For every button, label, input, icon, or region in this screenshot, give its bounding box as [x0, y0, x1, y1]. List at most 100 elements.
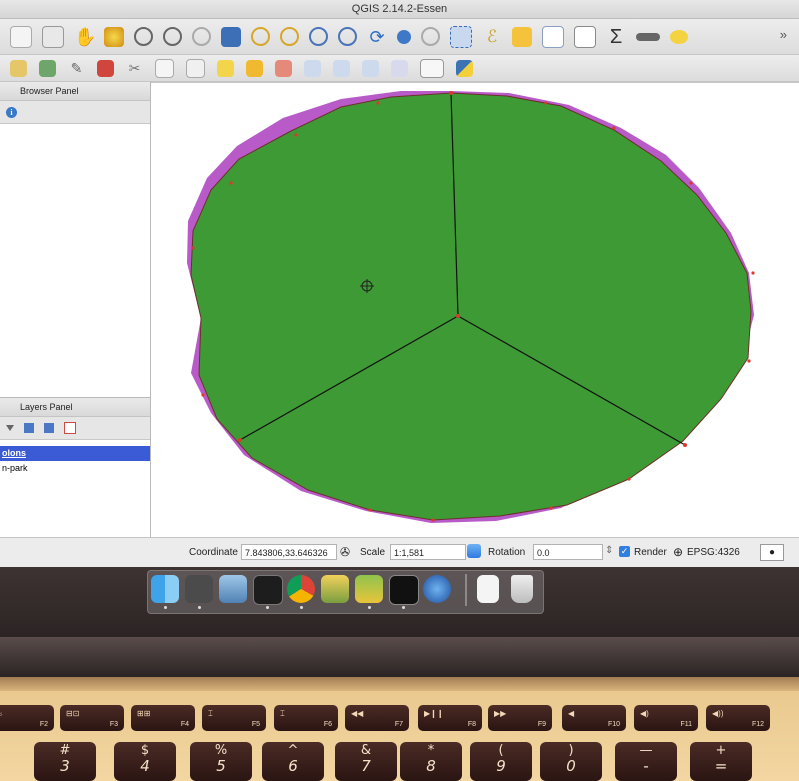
change-label-icon[interactable] — [391, 59, 408, 77]
function-key-f8[interactable]: ▶❙❙ F8 — [418, 705, 482, 731]
layer-labeling-icon[interactable] — [246, 59, 263, 77]
number-key-=[interactable]: + = — [690, 742, 752, 781]
attribute-table-icon[interactable] — [542, 25, 564, 48]
field-calculator-icon[interactable] — [574, 25, 596, 48]
number-key-0[interactable]: ) 0 — [540, 742, 602, 781]
number-key-symbol: + — [715, 743, 727, 758]
function-key-f2[interactable]: ☼ F2 — [0, 705, 54, 731]
finder-icon[interactable] — [151, 575, 179, 603]
refresh-icon[interactable]: ⟳ — [367, 27, 387, 47]
map-tips-icon[interactable] — [670, 29, 688, 44]
number-key-symbol: & — [360, 743, 372, 758]
layer-filter-icon[interactable] — [6, 425, 14, 431]
number-key-digit: 8 — [426, 757, 436, 775]
crs-globe-icon[interactable]: ⊕ — [673, 545, 683, 559]
csv-layer-icon[interactable] — [420, 58, 444, 78]
number-key-digit: 7 — [361, 757, 371, 775]
zoom-out-icon[interactable] — [163, 27, 182, 46]
activity-monitor-icon[interactable] — [253, 575, 283, 605]
crs-label[interactable]: EPSG:4326 — [687, 547, 740, 558]
zoom-layer-icon[interactable] — [42, 25, 64, 48]
trash-icon[interactable] — [511, 575, 533, 603]
terminal-icon[interactable] — [389, 575, 419, 605]
delete-selected-icon[interactable] — [97, 59, 114, 77]
pan-hand-icon[interactable]: ✋ — [74, 27, 96, 47]
scale-dropdown-button[interactable] — [467, 544, 481, 558]
number-key-symbol: ^ — [287, 743, 299, 758]
copy-icon[interactable] — [155, 58, 174, 78]
zoom-in-icon[interactable] — [134, 27, 153, 46]
move-feature-icon[interactable]: ✎ — [68, 60, 85, 77]
map-canvas[interactable] — [151, 82, 799, 538]
number-key-6[interactable]: ^ 6 — [262, 742, 324, 781]
number-key--[interactable]: — - — [615, 742, 677, 781]
function-key-f5[interactable]: ⌶ F5 — [202, 705, 266, 731]
scale-field[interactable]: 1:1,581 — [390, 544, 466, 560]
identify-icon[interactable] — [397, 29, 411, 44]
select-features-icon[interactable] — [421, 27, 440, 46]
function-key-f4[interactable]: ⊞⊞ F4 — [131, 705, 195, 731]
preview-icon[interactable] — [219, 575, 247, 603]
number-key-4[interactable]: $4 — [114, 742, 176, 781]
show-hide-labels-icon[interactable] — [304, 59, 321, 77]
coordinate-field[interactable]: 7.843806,33.646326 — [241, 544, 337, 560]
function-key-f11[interactable]: ◀) F11 — [634, 705, 698, 731]
zoom-to-layer-icon[interactable] — [280, 27, 299, 46]
function-key-f9[interactable]: ▶▶ F9 — [488, 705, 552, 731]
function-key-f6[interactable]: ⌶ F6 — [274, 705, 338, 731]
python-console-icon[interactable] — [456, 59, 473, 77]
new-project-icon[interactable] — [10, 25, 32, 48]
rotate-label-icon[interactable] — [362, 59, 379, 77]
number-key-symbol: # — [59, 743, 71, 758]
move-label-icon[interactable] — [333, 59, 350, 77]
zoom-to-selection-icon[interactable] — [251, 27, 270, 46]
number-key-5[interactable]: % 5 — [190, 742, 252, 781]
scale-label: Scale — [360, 547, 386, 558]
node-tool-icon[interactable] — [39, 59, 56, 77]
edit-layer-icon[interactable] — [10, 59, 27, 77]
pan-to-selection-icon[interactable] — [104, 26, 124, 47]
document-icon[interactable] — [477, 575, 499, 603]
deselect-icon[interactable] — [512, 26, 532, 47]
paste-icon[interactable] — [186, 58, 205, 78]
pin-labels-icon[interactable] — [275, 59, 292, 77]
cut-icon[interactable]: ✂ — [126, 60, 143, 77]
remove-layer-icon[interactable] — [64, 422, 76, 434]
function-key-f10[interactable]: ◀ F10 — [562, 705, 626, 731]
zoom-full-icon[interactable] — [221, 26, 241, 47]
number-key-digit: 9 — [496, 757, 506, 775]
function-key-f7[interactable]: ◀◀ F7 — [345, 705, 409, 731]
function-key-f12[interactable]: ◀)) F12 — [706, 705, 770, 731]
measure-icon[interactable] — [636, 32, 660, 41]
rotation-field[interactable]: 0.0 — [533, 544, 603, 560]
toolbar-overflow-button[interactable]: » — [780, 27, 787, 42]
number-key-7[interactable]: & 7 — [335, 742, 397, 781]
function-key-glyph: ⌶ — [208, 709, 213, 718]
sublime-text-icon[interactable] — [185, 575, 213, 603]
expression-select-icon[interactable]: ℰ — [482, 27, 502, 47]
number-key-9[interactable]: (9 — [470, 742, 532, 781]
move-layer-up-icon[interactable] — [44, 423, 54, 433]
zoom-next-icon[interactable] — [338, 27, 357, 46]
zoom-native-icon[interactable] — [192, 27, 211, 46]
number-key-3[interactable]: #3 — [34, 742, 96, 781]
select-area-icon[interactable] — [450, 25, 472, 48]
qgis-icon[interactable] — [355, 575, 383, 603]
function-key-f3[interactable]: ⊟⊡ F3 — [60, 705, 124, 731]
pgadmin-icon[interactable] — [321, 575, 349, 603]
toggle-extents-icon[interactable]: ✇ — [340, 545, 350, 559]
chrome-icon[interactable] — [287, 575, 315, 603]
google-earth-icon[interactable] — [423, 575, 451, 603]
move-layer-down-icon[interactable] — [24, 423, 34, 433]
label-abc-icon[interactable] — [217, 59, 234, 77]
statistics-sigma-icon[interactable]: Σ — [606, 27, 626, 47]
layer-item-n-park[interactable]: n-park — [0, 461, 150, 476]
number-key-8[interactable]: * 8 — [400, 742, 462, 781]
render-checkbox[interactable]: ✓ — [619, 546, 630, 557]
messages-icon[interactable]: ● — [760, 544, 784, 561]
layer-item-olons[interactable]: olons — [0, 446, 150, 461]
laptop-bezel — [0, 637, 799, 677]
rotation-stepper[interactable]: ⇕ — [605, 545, 613, 556]
zoom-last-icon[interactable] — [309, 27, 328, 46]
info-icon[interactable]: i — [6, 106, 17, 118]
